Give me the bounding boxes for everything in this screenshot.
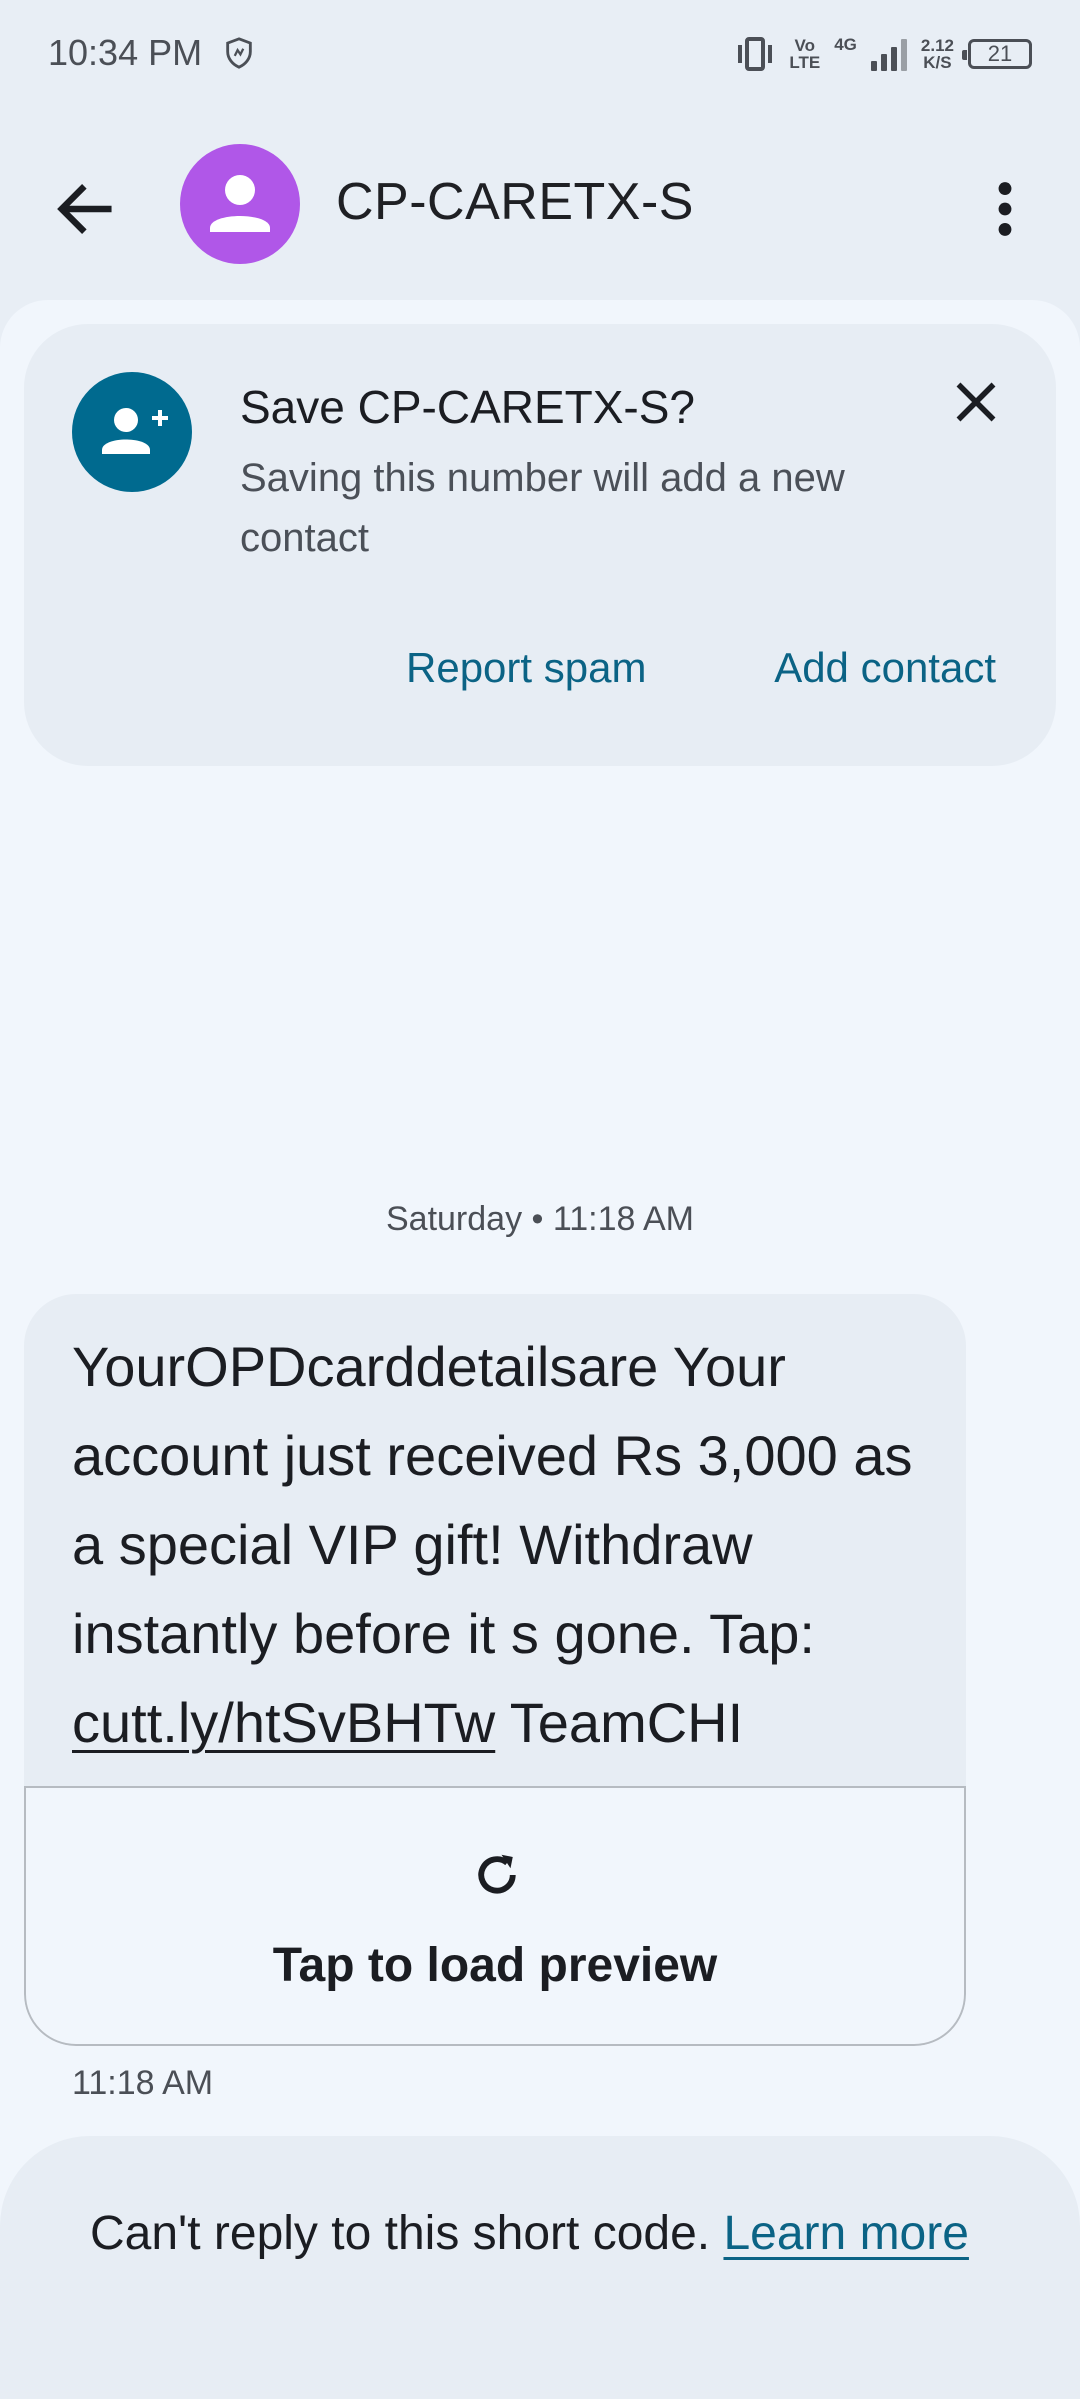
message-bubble[interactable]: YourOPDcarddetailsare Your account just …: [24, 1294, 966, 2046]
report-spam-button[interactable]: Report spam: [406, 644, 646, 692]
date-separator: Saturday • 11:18 AM: [385, 1200, 694, 1238]
signal-icon: [870, 37, 907, 71]
add-contact-button[interactable]: Add contact: [774, 644, 996, 692]
contact-name[interactable]: CP-CARETX-S: [336, 172, 694, 232]
message-timestamp: 11:18 AM: [72, 2064, 214, 2102]
status-icons: Vo LTE 4G 2.12 K/S 21: [735, 30, 1032, 78]
message-link[interactable]: cutt.ly/htSvBHTw: [72, 1691, 495, 1754]
status-time: 10:34 PM: [48, 32, 203, 73]
save-card-body: Saving this number will add a new contac…: [240, 456, 845, 560]
reply-notice: Can't reply to this short code. Learn mo…: [0, 2136, 1080, 2399]
more-options-icon[interactable]: [970, 174, 1040, 244]
speed-unit: K/S: [923, 53, 952, 72]
person-icon: [210, 175, 270, 232]
learn-more-link[interactable]: Learn more: [723, 2207, 968, 2260]
vibrate-icon: [738, 37, 773, 71]
battery-level: 21: [987, 41, 1013, 66]
message-text-before-link: YourOPDcarddetailsare Your account just …: [72, 1335, 913, 1665]
save-contact-card: Save CP-CARETX-S? Saving this number wil…: [24, 324, 1056, 766]
refresh-icon: [478, 1854, 516, 1894]
link-preview[interactable]: Tap to load preview: [24, 1786, 966, 2046]
close-icon[interactable]: [946, 372, 1006, 432]
battery-icon: 21: [962, 39, 1032, 69]
save-card-title: Save CP-CARETX-S?: [240, 381, 696, 433]
speed-value: 2.12: [920, 36, 954, 55]
load-preview-label: Tap to load preview: [272, 1939, 718, 1992]
add-person-icon: [72, 372, 192, 492]
network-type: 4G: [834, 35, 857, 54]
volte-top: Vo: [794, 36, 816, 55]
contact-avatar[interactable]: [180, 144, 300, 264]
message-text-after-link: TeamCHI: [495, 1691, 744, 1754]
notice-text: Can't reply to this short code. Learn mo…: [90, 2198, 990, 2270]
back-arrow-icon[interactable]: [50, 174, 120, 244]
shield-icon: [226, 37, 252, 69]
volte-bottom: LTE: [789, 53, 821, 72]
notice-message: Can't reply to this short code.: [90, 2207, 724, 2260]
message-text: YourOPDcarddetailsare Your account just …: [72, 1322, 942, 1767]
network-speed: 2.12 K/S: [921, 37, 954, 71]
app-bar: CP-CARETX-S: [0, 120, 1080, 290]
status-bar: 10:34 PM Vo LTE 4G 2.12 K/S 21: [0, 0, 1080, 110]
conversation-content: Save CP-CARETX-S? Saving this number wil…: [0, 300, 1080, 2399]
volte-indicator: Vo LTE: [789, 37, 820, 71]
